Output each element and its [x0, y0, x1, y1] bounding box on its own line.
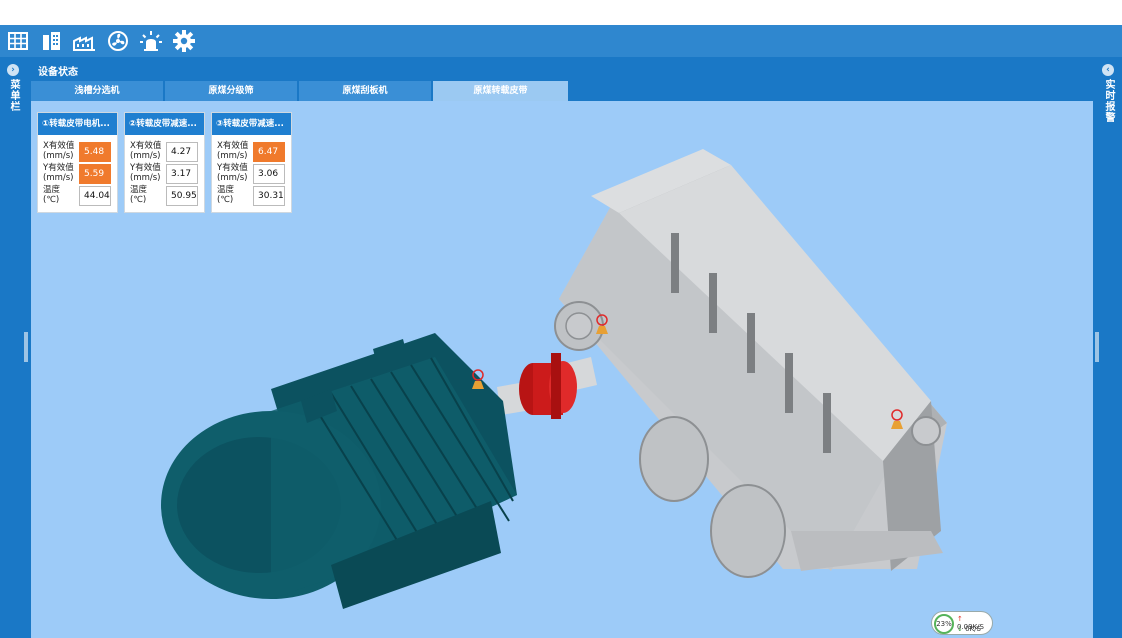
left-panel-label: 菜单栏 [8, 79, 19, 112]
status-card-2[interactable]: ②转载皮带减速... X有效值 (mm/s) 4.27 Y有效值 (mm/s) 3.… [124, 112, 205, 213]
row-value: 3.06 [253, 164, 285, 184]
network-speed-widget[interactable]: 23% ↑ 0.09K/S ↓ 0K/S [931, 611, 993, 635]
fan-icon[interactable] [106, 29, 130, 53]
card-row: Y有效值 (mm/s) 3.06 [215, 163, 289, 185]
motor [161, 333, 517, 609]
row-label: 温度 (℃) [217, 185, 235, 205]
left-side-panel[interactable]: › 菜单栏 [0, 57, 28, 638]
arrow-up-icon: ↑ [957, 615, 963, 623]
right-collapse-handle[interactable] [1095, 332, 1099, 362]
row-label: Y有效值 (mm/s) [43, 163, 74, 183]
row-label: X有效值 (mm/s) [130, 141, 162, 161]
main-area: › 菜单栏 ‹ 实时报警 设备状态 浅槽分选机 原煤分级筛 原煤刮板机 原煤转载… [0, 57, 1122, 638]
card-row: 温度 (℃) 44.04 [41, 185, 115, 207]
right-side-panel[interactable]: ‹ 实时报警 [1095, 57, 1122, 638]
3d-viewport[interactable]: ①转载皮带电机... X有效值 (mm/s) 5.48 Y有效值 (mm/s) 5.… [31, 101, 1093, 638]
card-row: Y有效值 (mm/s) 5.59 [41, 163, 115, 185]
factory-icon[interactable] [72, 29, 96, 53]
card-title: ②转载皮带减速... [125, 113, 204, 135]
row-value: 6.47 [253, 142, 285, 162]
usage-percent: 23% [934, 614, 954, 634]
row-label: 温度 (℃) [43, 185, 61, 205]
gearbox [554, 149, 947, 578]
chevron-left-icon[interactable]: ‹ [1102, 64, 1114, 76]
tab-raw-coal-scraper[interactable]: 原煤刮板机 [299, 81, 431, 101]
row-label: 温度 (℃) [130, 185, 148, 205]
gear-icon[interactable] [172, 29, 196, 53]
row-value: 5.48 [79, 142, 111, 162]
tab-shallow-separator[interactable]: 浅槽分选机 [31, 81, 163, 101]
tab-raw-coal-transfer-belt[interactable]: 原煤转载皮带 [433, 81, 568, 101]
status-card-1[interactable]: ①转载皮带电机... X有效值 (mm/s) 5.48 Y有效值 (mm/s) 5.… [37, 112, 118, 213]
card-row: 温度 (℃) 50.95 [128, 185, 202, 207]
card-row: X有效值 (mm/s) 6.47 [215, 141, 289, 163]
chevron-right-icon[interactable]: › [7, 64, 19, 76]
card-row: X有效值 (mm/s) 4.27 [128, 141, 202, 163]
row-label: Y有效值 (mm/s) [217, 163, 248, 183]
alarm-light-icon[interactable] [139, 29, 163, 53]
row-value: 44.04 [79, 186, 111, 206]
row-label: Y有效值 (mm/s) [130, 163, 161, 183]
card-title: ①转载皮带电机... [38, 113, 117, 135]
building-icon[interactable] [40, 29, 64, 53]
card-row: X有效值 (mm/s) 5.48 [41, 141, 115, 163]
right-panel-label: 实时报警 [1103, 79, 1114, 123]
row-value: 30.31 [253, 186, 285, 206]
top-toolbar [0, 25, 1122, 57]
status-card-3[interactable]: ③转载皮带减速... X有效值 (mm/s) 6.47 Y有效值 (mm/s) 3.… [211, 112, 292, 213]
row-value: 3.17 [166, 164, 198, 184]
download-speed: ↓ 0K/S [957, 625, 981, 633]
grid-icon[interactable] [6, 29, 30, 53]
left-collapse-handle[interactable] [24, 332, 28, 362]
download-value: 0K/S [965, 625, 981, 633]
card-title: ③转载皮带减速... [212, 113, 291, 135]
panel-title: 设备状态 [38, 67, 78, 78]
row-label: X有效值 (mm/s) [43, 141, 75, 161]
row-value: 5.59 [79, 164, 111, 184]
card-row: Y有效值 (mm/s) 3.17 [128, 163, 202, 185]
row-label: X有效值 (mm/s) [217, 141, 249, 161]
arrow-down-icon: ↓ [957, 625, 963, 633]
row-value: 50.95 [166, 186, 198, 206]
tab-raw-coal-screen[interactable]: 原煤分级筛 [165, 81, 297, 101]
card-row: 温度 (℃) 30.31 [215, 185, 289, 207]
row-value: 4.27 [166, 142, 198, 162]
